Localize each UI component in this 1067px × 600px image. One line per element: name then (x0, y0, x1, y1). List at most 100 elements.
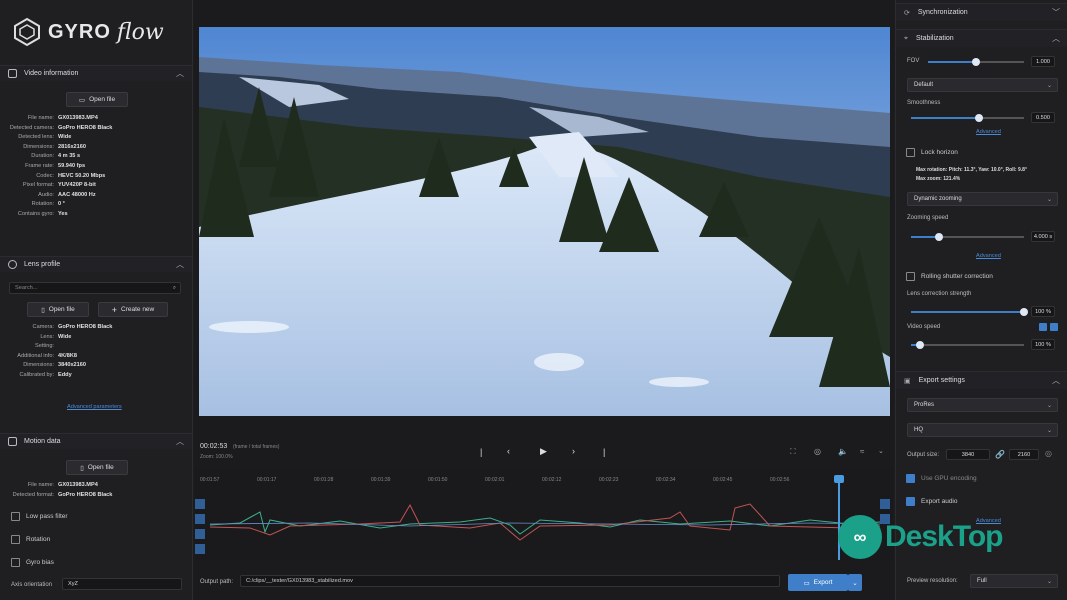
stabilization-header[interactable]: ⌖ Stabilization ︿ (896, 29, 1067, 47)
codec-select[interactable]: ProRes ⌄ (907, 398, 1058, 412)
export-dropdown-button[interactable]: ⌄ (848, 574, 862, 591)
info-value: Wide (58, 333, 72, 340)
preview-resolution-label: Preview resolution: (907, 578, 958, 584)
rolling-shutter-checkbox[interactable]: Rolling shutter correction (906, 272, 993, 281)
info-value: GX013983.MP4 (58, 115, 98, 121)
stabilization-method-select[interactable]: Default ⌄ (907, 78, 1058, 92)
video-speed-slider[interactable] (911, 341, 1024, 349)
zoom-mode-select[interactable]: Dynamic zooming ⌄ (907, 192, 1058, 206)
motion-open-file-button[interactable]: ▯ Open file (66, 460, 128, 475)
lens-profile-header[interactable]: Lens profile ︿ (0, 256, 192, 272)
aspect-lock-icon[interactable]: 🔗 (995, 450, 1005, 459)
playhead-handle[interactable] (834, 475, 844, 483)
timeline-tool-icon[interactable] (195, 514, 205, 524)
output-height-input[interactable]: 2160 (1009, 449, 1039, 460)
lens-open-file-button[interactable]: ▯ Open file (27, 302, 89, 317)
left-panel: GYRO flow Video information ︿ ▭ Open fil… (0, 0, 193, 600)
axis-orientation-input[interactable]: XyZ (62, 578, 182, 590)
lens-strength-slider[interactable] (911, 308, 1028, 316)
max-rotation-text: Max rotation: Pitch: 11.3°, Yaw: 10.0°, … (916, 167, 1027, 173)
speed-keyframe-icon[interactable] (1039, 323, 1047, 331)
timeline-tool-icon[interactable] (880, 499, 890, 509)
info-key: Rotation: (31, 201, 54, 208)
info-row: Frame rate: 59.940 fps (0, 162, 192, 171)
slider-knob[interactable] (972, 58, 980, 66)
max-zoom-text: Max zoom: 121.4% (916, 176, 961, 182)
logo-flow-text: flow (116, 19, 164, 45)
stabilization-title: Stabilization (915, 35, 954, 42)
gyro-bias-checkbox[interactable]: Gyro bias (11, 558, 54, 567)
more-options-icon[interactable]: ⌄ (878, 447, 884, 455)
fov-slider[interactable] (928, 58, 1024, 66)
lock-horizon-checkbox[interactable]: Lock horizon (906, 148, 958, 157)
fullscreen-icon[interactable]: ⛶ (790, 447, 796, 457)
speed-lock-icon[interactable] (1050, 323, 1058, 331)
info-key: Additional info: (17, 352, 54, 359)
info-row: Codec: HEVC 50.20 Mbps (0, 172, 192, 181)
timeline-tick-label: 00:02:12 (542, 477, 562, 483)
video-preview[interactable] (199, 27, 890, 416)
output-width-input[interactable]: 3840 (946, 449, 990, 460)
zoom-speed-slider[interactable] (911, 233, 1024, 241)
smoothness-value[interactable]: 0.500 (1031, 112, 1055, 123)
info-key: Contains gyro: (17, 211, 54, 217)
lens-profile-title: Lens profile (24, 261, 61, 268)
output-path-input[interactable]: C:/clips/__tester/GX013983_stabilized.mo… (240, 575, 780, 587)
lens-search-input[interactable]: Search... ⌕ (9, 282, 181, 294)
prev-frame-icon[interactable]: ‹ (507, 446, 510, 456)
info-key: Camera: (32, 324, 54, 330)
export-settings-header[interactable]: ▣ Export settings ︿ (896, 371, 1067, 389)
lens-strength-value[interactable]: 100 % (1031, 306, 1055, 317)
info-row: Dimensions: 2816x2160 (0, 143, 192, 152)
lens-create-new-button[interactable]: + Create new (98, 302, 168, 317)
codec-profile-value: HQ (914, 427, 923, 433)
export-audio-label: Export audio (921, 498, 958, 505)
motion-data-header[interactable]: Motion data ︿ (0, 433, 192, 449)
timeline-tick-label: 00:02:23 (599, 477, 619, 483)
timeline-tick-label: 00:01:50 (428, 477, 448, 483)
skip-end-icon[interactable]: | (603, 447, 605, 457)
slider-knob[interactable] (1020, 308, 1028, 316)
slider-fill (928, 61, 976, 63)
zoom-speed-label: Zooming speed (907, 215, 949, 221)
size-options-icon[interactable]: ◎ (1045, 449, 1052, 458)
codec-profile-select[interactable]: HQ ⌄ (907, 423, 1058, 437)
playback-speed-icon[interactable]: ≈ (860, 447, 864, 456)
export-audio-checkbox[interactable]: Export audio (906, 497, 958, 506)
video-open-file-button[interactable]: ▭ Open file (66, 92, 128, 107)
synchronization-header[interactable]: ⟳ Synchronization ﹀ (896, 3, 1067, 21)
timeline-tool-icon[interactable] (195, 529, 205, 539)
skip-start-icon[interactable]: | (480, 447, 482, 457)
fov-value[interactable]: 1.000 (1031, 56, 1055, 67)
zoom-mode-value: Dynamic zooming (914, 196, 962, 202)
export-button[interactable]: ▭ Export (788, 574, 848, 591)
preview-resolution-select[interactable]: Full ⌄ (970, 574, 1058, 588)
rolling-shutter-label: Rolling shutter correction (921, 273, 993, 280)
zoom-advanced-link[interactable]: Advanced (976, 253, 1001, 259)
slider-knob[interactable] (974, 114, 983, 122)
gpu-encoding-checkbox[interactable]: Use GPU encoding (906, 474, 977, 483)
timeline-left-tools (195, 497, 207, 559)
video-open-file-label: Open file (89, 96, 116, 103)
volume-icon[interactable]: 🔈 (838, 447, 848, 456)
info-key: Detected format: (12, 491, 54, 498)
codec-value: ProRes (914, 402, 935, 408)
rotation-checkbox[interactable]: Rotation (11, 535, 50, 544)
slider-knob[interactable] (935, 233, 944, 241)
video-info-header[interactable]: Video information ︿ (0, 65, 192, 81)
gyro-bias-label: Gyro bias (26, 559, 54, 566)
play-icon[interactable]: ▶ (540, 446, 547, 457)
lens-advanced-link[interactable]: Advanced parameters (67, 404, 122, 410)
next-frame-icon[interactable]: › (572, 446, 575, 456)
info-key: Detected camera: (9, 124, 54, 131)
low-pass-filter-checkbox[interactable]: Low pass filter (11, 512, 68, 521)
smoothness-slider[interactable] (911, 114, 1024, 122)
timeline-tool-icon[interactable] (195, 544, 205, 554)
zoom-speed-value[interactable]: 4.000 s (1031, 231, 1055, 242)
stabilization-advanced-link[interactable]: Advanced (976, 129, 1001, 135)
video-speed-value[interactable]: 100 % (1031, 339, 1055, 350)
slider-knob[interactable] (916, 341, 925, 349)
info-value: Wide (58, 134, 72, 141)
stabilization-toggle-icon[interactable]: ◎ (814, 447, 821, 456)
timeline-tool-icon[interactable] (195, 499, 205, 509)
